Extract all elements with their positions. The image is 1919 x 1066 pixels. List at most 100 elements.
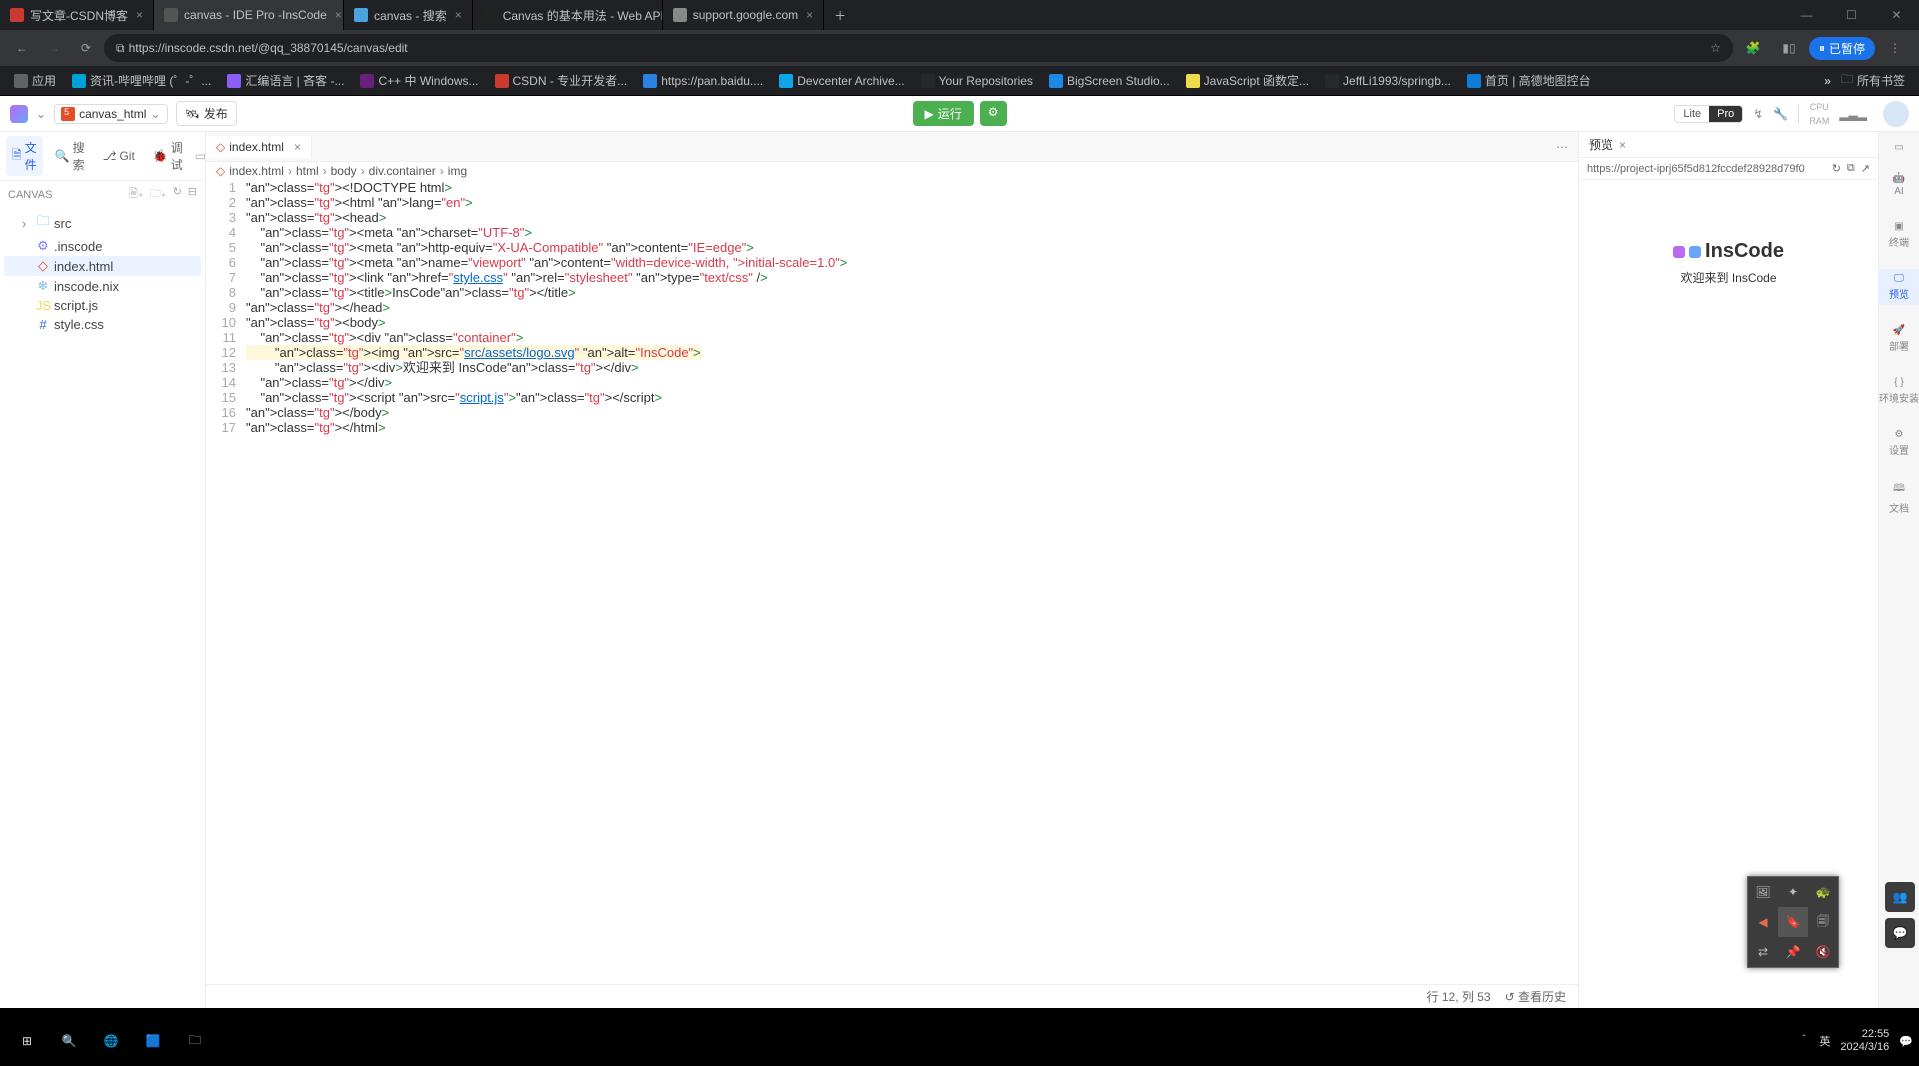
tray-mute-icon[interactable]: 🔇 (1808, 937, 1838, 967)
close-icon[interactable]: × (1619, 138, 1626, 152)
history-link[interactable]: ↺ 查看历史 (1505, 988, 1566, 1005)
maximize-icon[interactable]: ☐ (1829, 0, 1874, 30)
bm-apps[interactable]: 应用 (8, 70, 62, 91)
tray-swap-icon[interactable]: ⇄ (1748, 937, 1778, 967)
float-chat-icon[interactable]: 💬 (1885, 918, 1915, 948)
bm-overflow-icon[interactable]: » (1824, 74, 1831, 88)
popout-icon[interactable]: ⧉ (1847, 162, 1855, 175)
collapse-icon[interactable]: ⊟ (188, 185, 197, 204)
bm-cpp[interactable]: C++ 中 Windows... (354, 70, 484, 91)
search-button[interactable]: 🔍 (48, 1021, 90, 1061)
profile-paused-badge[interactable]: ⏸已暂停 (1809, 37, 1875, 60)
notification-icon[interactable]: 💬 (1899, 1035, 1913, 1048)
bm-baidu[interactable]: https://pan.baidu.... (637, 72, 769, 90)
rail-env[interactable]: { }环境安装 (1879, 373, 1919, 409)
sidebar-tab-git[interactable]: ⎇ Git (97, 146, 141, 166)
rail-terminal[interactable]: ▣终端 (1879, 217, 1919, 253)
ime-indicator[interactable]: 英 (1819, 1033, 1830, 1049)
code-area[interactable]: 1"an">class="tg"><!DOCTYPE html>2"an">cl… (206, 180, 1578, 984)
site-info-icon[interactable]: ⧉ (116, 41, 125, 56)
file-inscode[interactable]: ⚙.inscode (4, 236, 201, 256)
reload-button[interactable]: ⟳ (72, 34, 100, 62)
tab-google[interactable]: support.google.com× (663, 0, 824, 30)
folder-src[interactable]: ›🗀src (4, 210, 201, 236)
url-input[interactable]: ⧉ https://inscode.csdn.net/@qq_38870145/… (104, 34, 1733, 62)
rail-ai[interactable]: 🤖AI (1879, 169, 1919, 201)
bm-springboot[interactable]: JeffLi1993/springb... (1319, 72, 1457, 90)
run-button[interactable]: ▶ 运行 (912, 101, 973, 126)
breadcrumb[interactable]: ◇index.html › html › body › div.containe… (206, 162, 1578, 180)
tab-mdn[interactable]: Canvas 的基本用法 - Web API× (473, 0, 663, 30)
clock[interactable]: 22:552024/3/16 (1840, 1028, 1889, 1054)
network-icon[interactable]: ↯ (1753, 107, 1763, 121)
rail-deploy[interactable]: 🚀部署 (1879, 321, 1919, 357)
sidebar-tab-files[interactable]: 🗎 文件 (6, 136, 43, 176)
rail-layout-icon[interactable]: ▭ (1894, 142, 1903, 153)
sidebar-tab-debug[interactable]: 🐞调试 (147, 136, 189, 176)
bm-bilibili[interactable]: 资讯-哔哩哔哩 (゜-゜... (66, 70, 217, 91)
close-icon[interactable]: × (798, 8, 813, 22)
tray-copy-icon[interactable]: 🗐 (1808, 907, 1838, 937)
bm-csdn[interactable]: CSDN - 专业开发者... (489, 70, 634, 91)
tray-pin-icon[interactable]: 📌 (1778, 937, 1808, 967)
rail-preview[interactable]: 🖵预览 (1879, 269, 1919, 305)
rail-settings[interactable]: ⚙设置 (1879, 425, 1919, 461)
chevron-down-icon[interactable]: ⌄ (36, 107, 46, 121)
bm-all[interactable]: 🗀所有书签 (1835, 68, 1911, 93)
minimize-icon[interactable]: — (1784, 0, 1829, 30)
file-index-html[interactable]: ◇index.html (4, 256, 201, 276)
explorer-icon[interactable]: 🗀 (174, 1021, 216, 1061)
plan-toggle[interactable]: LitePro (1674, 105, 1743, 123)
start-button[interactable]: ⊞ (6, 1021, 48, 1061)
file-picker[interactable]: canvas_html⌄ (54, 104, 167, 124)
bm-asm[interactable]: 汇编语言 | 吝客 -... (221, 70, 350, 91)
tools-icon[interactable]: 🔧 (1773, 107, 1788, 121)
close-window-icon[interactable]: ✕ (1874, 0, 1919, 30)
float-group-icon[interactable]: 👥 (1885, 882, 1915, 912)
reload-icon[interactable]: ↻ (1832, 162, 1841, 175)
extensions-icon[interactable]: 🧩 (1737, 34, 1769, 62)
back-button[interactable]: ← (8, 34, 36, 62)
rail-docs[interactable]: 🕮文档 (1879, 477, 1919, 519)
preview-url[interactable]: https://project-iprj65f5d812fccdef28928d… (1587, 163, 1826, 175)
file-script-js[interactable]: JSscript.js (4, 296, 201, 315)
sidebar-layout-icon[interactable]: ▭ (195, 149, 206, 163)
close-icon[interactable]: × (447, 8, 462, 22)
file-style-css[interactable]: #style.css (4, 315, 201, 334)
tray-icon-1[interactable]: 🖼 (1748, 877, 1778, 907)
tab-inscode[interactable]: canvas - IDE Pro -InsCode× (154, 0, 344, 30)
tab-csdn[interactable]: 写文章-CSDN博客× (0, 0, 154, 30)
tray-bookmark-icon[interactable]: 🔖 (1778, 907, 1808, 937)
refresh-icon[interactable]: ↻ (173, 185, 182, 204)
file-nix[interactable]: ❄inscode.nix (4, 276, 201, 296)
new-folder-icon[interactable]: 🗀₊ (150, 185, 167, 204)
chrome-icon[interactable]: 🌐 (90, 1021, 132, 1061)
new-file-icon[interactable]: 🗎₊ (129, 185, 144, 204)
tab-canvas-search[interactable]: canvas - 搜索× (344, 0, 473, 30)
webstorm-icon[interactable]: 🟦 (132, 1021, 174, 1061)
menu-icon[interactable]: ⋮ (1879, 34, 1911, 62)
inscode-logo-icon[interactable] (10, 105, 28, 123)
new-tab-button[interactable]: ＋ (824, 0, 856, 30)
run-settings-button[interactable]: ⚙ (980, 101, 1007, 126)
bookmark-star-icon[interactable]: ☆ (1710, 41, 1721, 55)
close-icon[interactable]: × (327, 8, 342, 22)
bm-github[interactable]: Your Repositories (915, 72, 1039, 90)
editor-more-icon[interactable]: ⋯ (1546, 140, 1578, 154)
sidebar-tab-search[interactable]: 🔍搜索 (49, 136, 91, 176)
bm-js[interactable]: JavaScript 函数定... (1180, 70, 1315, 91)
close-icon[interactable]: × (294, 140, 301, 154)
cursor-position[interactable]: 行 12, 列 53 (1427, 988, 1491, 1005)
external-icon[interactable]: ↗ (1861, 162, 1870, 175)
floating-tray[interactable]: 🖼✦🐢 ◀🔖🗐 ⇄📌🔇 (1747, 876, 1839, 968)
tray-expand-icon[interactable]: ＾ (1798, 1033, 1809, 1049)
publish-button[interactable]: 🛰发布 (176, 101, 237, 126)
tray-icon-2[interactable]: ✦ (1778, 877, 1808, 907)
bm-bigscreen[interactable]: BigScreen Studio... (1043, 72, 1176, 90)
close-icon[interactable]: × (128, 8, 143, 22)
editor-tab-index[interactable]: ◇index.html× (206, 136, 312, 158)
sidepanel-icon[interactable]: ▮▯ (1773, 34, 1805, 62)
tray-icon-3[interactable]: 🐢 (1808, 877, 1838, 907)
bm-amap[interactable]: 首页 | 高德地图控台 (1461, 70, 1597, 91)
forward-button[interactable]: → (40, 34, 68, 62)
